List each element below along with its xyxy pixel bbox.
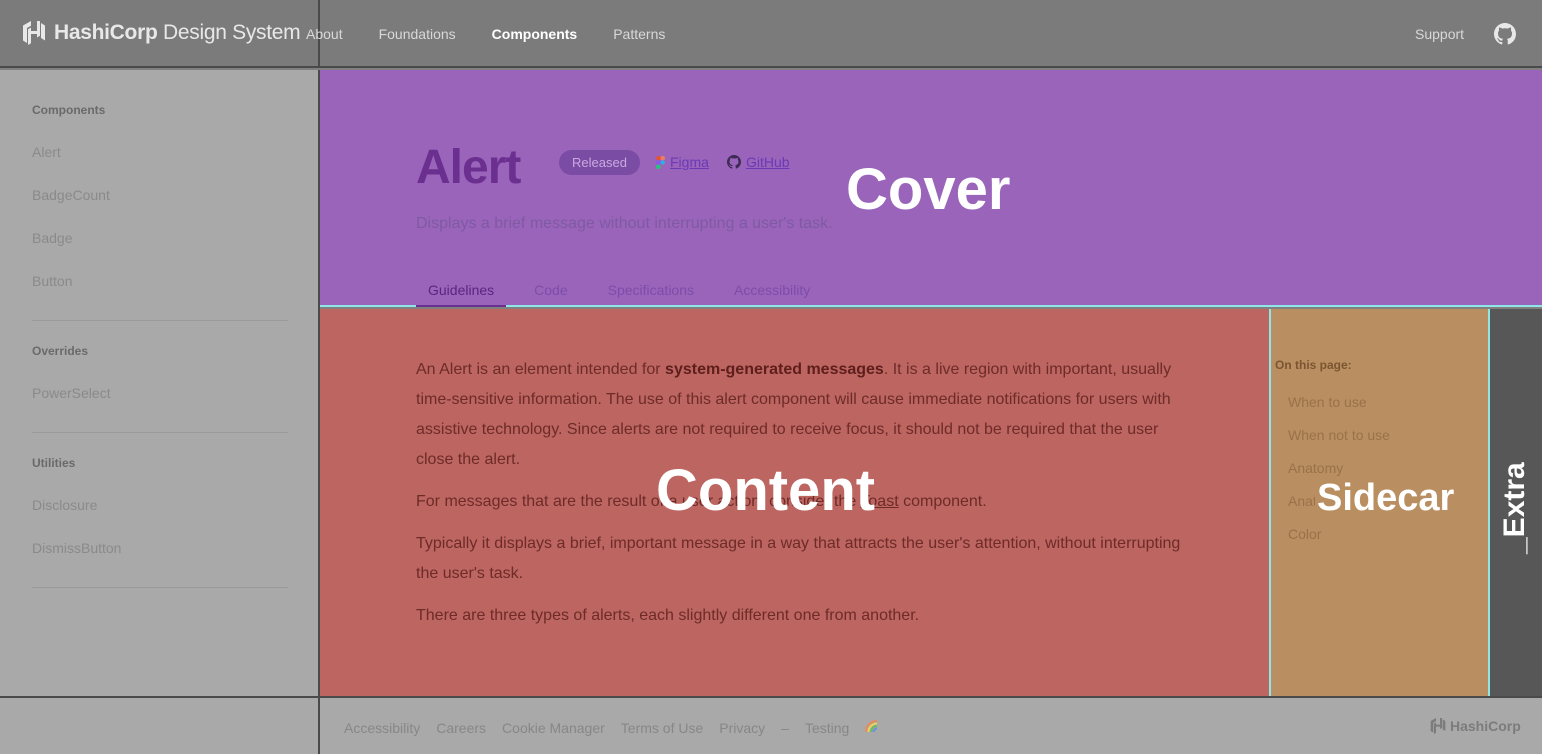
extra-region: _Extra (1490, 309, 1542, 696)
toc-item-color[interactable]: Color (1288, 526, 1321, 542)
footer-left-spacer (0, 698, 320, 754)
nav-components[interactable]: Components (492, 26, 578, 42)
figma-icon (656, 155, 665, 169)
footer: Accessibility Careers Cookie Manager Ter… (0, 696, 1542, 754)
footer-links: Accessibility Careers Cookie Manager Ter… (344, 720, 879, 736)
nav-support[interactable]: Support (1415, 26, 1464, 42)
content-paragraph-4: There are three types of alerts, each sl… (416, 607, 920, 624)
sidecar-region: On this page: When to use When not to us… (1269, 309, 1490, 696)
toc-title: On this page: (1275, 358, 1352, 372)
logo-brand: HashiCorp (54, 21, 158, 44)
footer-separator: – (781, 720, 789, 736)
sidebar-item-badgecount[interactable]: BadgeCount (32, 187, 110, 203)
sidebar: Components Alert BadgeCount Badge Button… (0, 70, 320, 696)
logo-text: HashiCorp Design System (54, 21, 301, 45)
footer-brand[interactable]: HashiCorp (1430, 717, 1521, 735)
footer-link-accessibility[interactable]: Accessibility (344, 720, 420, 736)
footer-link-testing[interactable]: Testing (805, 720, 849, 736)
sidebar-item-button[interactable]: Button (32, 273, 72, 289)
hashicorp-logo-icon (1430, 718, 1446, 734)
p1-bold: system-generated messages (665, 361, 884, 378)
sidebar-item-badge[interactable]: Badge (32, 230, 72, 246)
figma-link-label: Figma (670, 154, 709, 170)
figma-link[interactable]: Figma (656, 154, 709, 170)
logo-area: HashiCorp Design System (0, 0, 320, 68)
extra-overlay-label: _Extra (1498, 462, 1531, 554)
p1-text-a: An Alert is an element intended for (416, 361, 666, 378)
footer-brand-text: HashiCorp (1450, 718, 1521, 734)
sidebar-section-overrides: Overrides (32, 344, 89, 358)
logo-product: Design System (163, 21, 301, 44)
toc-item-anatomy[interactable]: Anatomy (1288, 460, 1343, 476)
p2-text-b: component. (898, 493, 987, 510)
footer-link-careers[interactable]: Careers (436, 720, 486, 736)
nav-foundations[interactable]: Foundations (379, 26, 456, 42)
sidebar-divider (32, 320, 288, 321)
github-link-label: GitHub (746, 154, 790, 170)
top-nav: About Foundations Components Patterns (306, 26, 665, 42)
top-header: HashiCorp Design System About Foundation… (0, 0, 1542, 68)
content-overlay-label: Content (656, 458, 876, 523)
logo-link[interactable]: HashiCorp Design System (22, 20, 301, 46)
sidebar-section-utilities: Utilities (32, 456, 76, 470)
footer-link-terms[interactable]: Terms of Use (621, 720, 703, 736)
github-icon[interactable] (1494, 23, 1516, 45)
tab-accessibility[interactable]: Accessibility (722, 282, 822, 307)
status-badge: Released (559, 150, 640, 175)
sidebar-item-disclosure[interactable]: Disclosure (32, 497, 97, 513)
sidebar-divider (32, 432, 288, 433)
github-link[interactable]: GitHub (727, 154, 790, 170)
sidebar-item-powerselect[interactable]: PowerSelect (32, 385, 111, 401)
sidebar-item-alert[interactable]: Alert (32, 144, 61, 160)
github-icon (727, 155, 741, 169)
tab-guidelines[interactable]: Guidelines (416, 282, 507, 307)
nav-about[interactable]: About (306, 26, 343, 42)
page-subtitle: Displays a brief message without interru… (416, 215, 833, 232)
footer-link-privacy[interactable]: Privacy (719, 720, 765, 736)
nav-patterns[interactable]: Patterns (613, 26, 665, 42)
cover-region: Alert Released Figma GitHub Displays a b… (320, 70, 1542, 307)
tab-code[interactable]: Code (522, 282, 579, 307)
sidebar-divider (32, 587, 288, 588)
tab-bar: Guidelines Code Specifications Accessibi… (416, 282, 838, 307)
hashicorp-logo-icon (23, 21, 45, 45)
sidecar-overlay-label: Sidecar (1315, 477, 1457, 520)
toc-item-when-to-use[interactable]: When to use (1288, 394, 1367, 410)
page-title: Alert (416, 141, 521, 194)
sidebar-section-components: Components (32, 103, 106, 117)
tab-specifications[interactable]: Specifications (596, 282, 706, 307)
sidebar-item-dismissbutton[interactable]: DismissButton (32, 540, 121, 556)
footer-link-cookie-manager[interactable]: Cookie Manager (502, 720, 605, 736)
content-paragraph-3: Typically it displays a brief, important… (416, 535, 1181, 582)
toc-item-when-not-to-use[interactable]: When not to use (1288, 427, 1390, 443)
content-region: An Alert is an element intended for syst… (320, 309, 1269, 696)
cover-overlay-label: Cover (846, 157, 1011, 222)
rainbow-icon (865, 720, 878, 733)
